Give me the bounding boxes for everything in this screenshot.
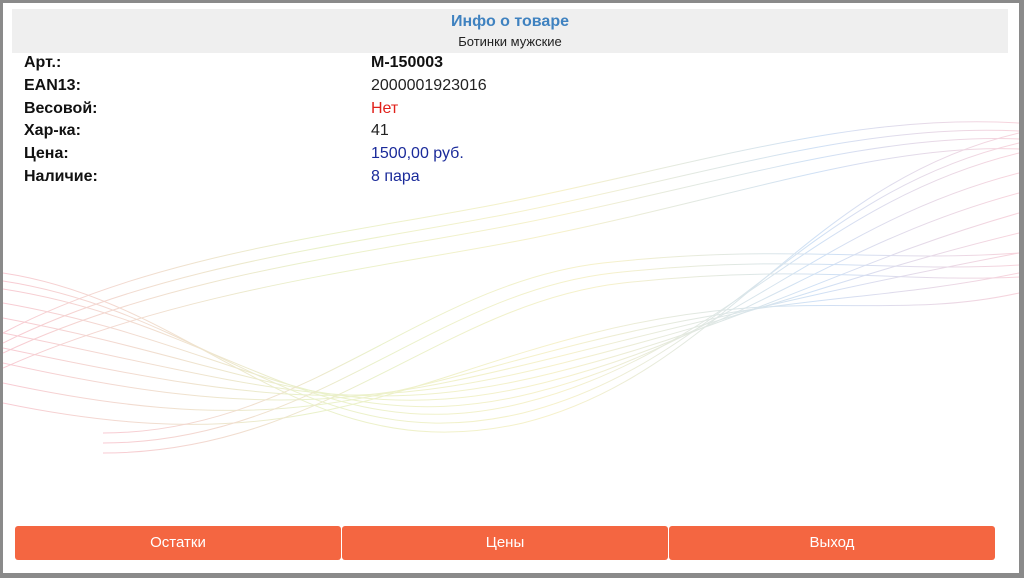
availability-value: 8 пара [371, 167, 420, 185]
stock-button[interactable]: Остатки [15, 526, 341, 560]
availability-label: Наличие: [24, 167, 98, 185]
price-value: 1500,00 руб. [371, 145, 464, 163]
weighted-label: Весовой: [24, 99, 98, 117]
exit-button[interactable]: Выход [669, 526, 995, 560]
page-title: Инфо о товаре [451, 13, 569, 30]
article-value: М-150003 [371, 54, 444, 71]
product-name: Ботинки мужские [458, 34, 562, 49]
characteristic-value: 41 [371, 122, 389, 140]
prices-button[interactable]: Цены [342, 526, 668, 560]
price-label: Цена: [24, 145, 69, 163]
product-info-screen: Инфо о товаре Ботинки мужские Арт.: М-15… [3, 3, 1019, 573]
article-label: Арт.: [24, 54, 62, 71]
characteristic-label: Хар-ка: [24, 122, 81, 140]
header-bar: Инфо о товаре Ботинки мужские [12, 9, 1008, 53]
ean13-label: EAN13: [24, 76, 81, 94]
ean13-value: 2000001923016 [371, 76, 487, 94]
weighted-value: Нет [371, 99, 399, 117]
background-waves [3, 121, 1019, 454]
